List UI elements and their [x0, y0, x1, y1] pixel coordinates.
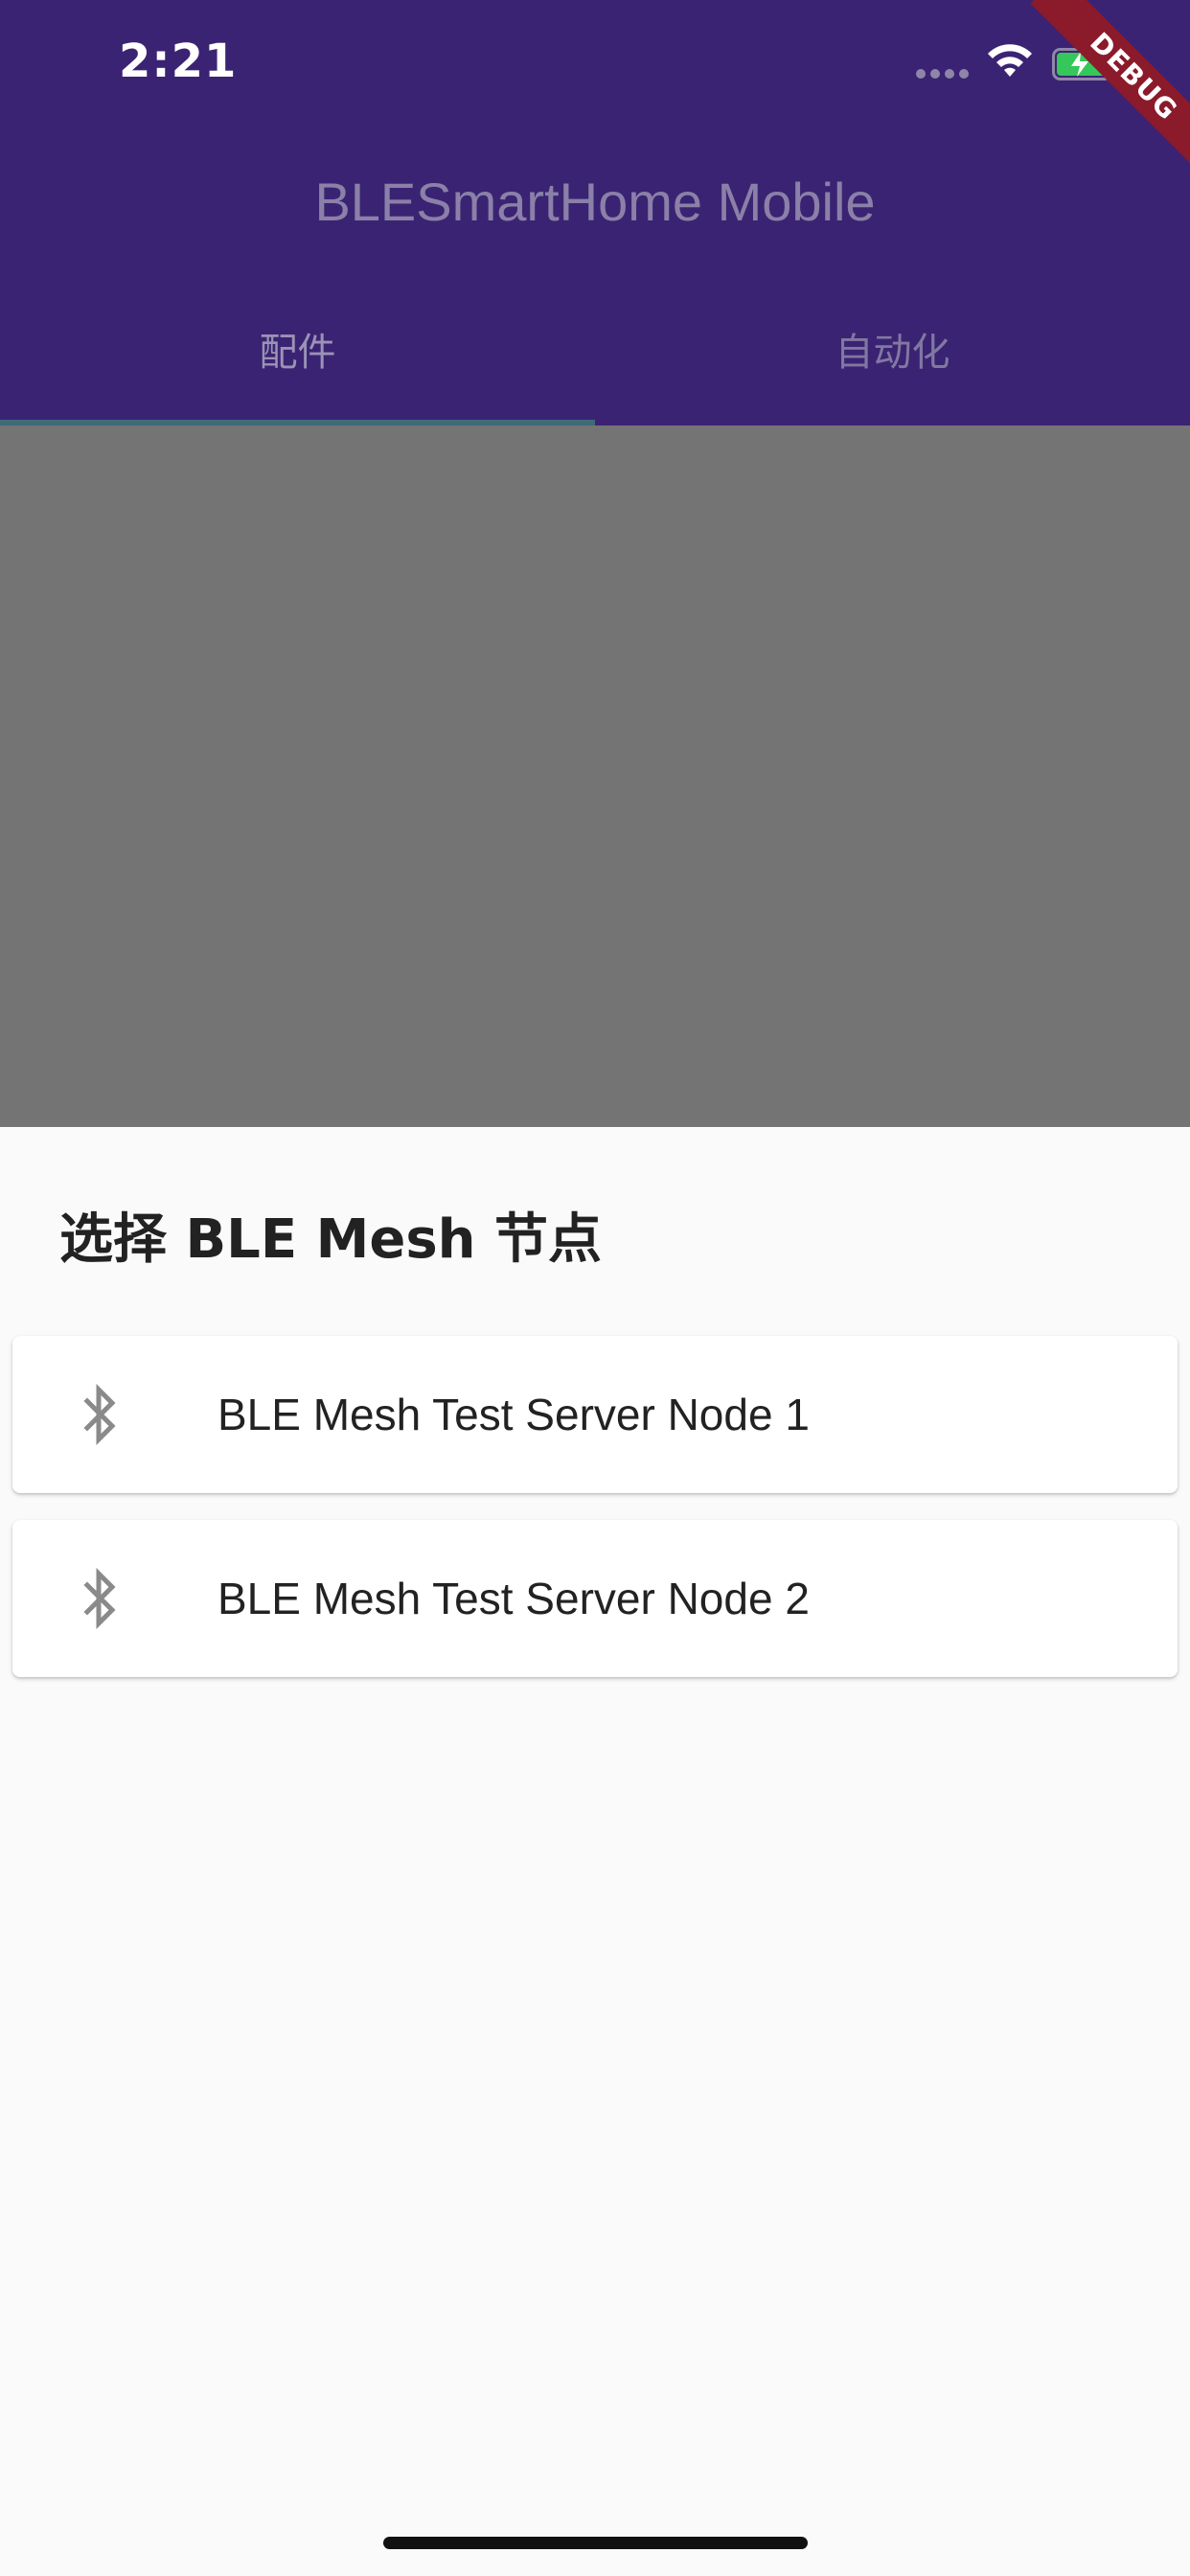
bluetooth-icon: [83, 1568, 116, 1629]
tab-accessories[interactable]: 配件: [0, 312, 595, 426]
cellular-signal-icon: [916, 69, 969, 79]
home-indicator[interactable]: [383, 2537, 808, 2549]
tab-bar: 配件 自动化: [0, 312, 1190, 426]
sheet-title: 选择 BLE Mesh 节点: [59, 1208, 603, 1271]
node-list-item[interactable]: BLE Mesh Test Server Node 1: [12, 1336, 1178, 1493]
app-title: BLESmartHome Mobile: [314, 172, 876, 232]
modal-scrim[interactable]: [0, 426, 1190, 1127]
tab-automation[interactable]: 自动化: [595, 312, 1190, 426]
node-label: BLE Mesh Test Server Node 1: [217, 1390, 810, 1439]
screen: 2:21 DEBUG BLESmartHome Mobile 配件 自动化 选择…: [0, 0, 1190, 2576]
debug-banner: DEBUG: [1001, 0, 1190, 189]
bottom-sheet: 选择 BLE Mesh 节点 BLE Mesh Test Server Node…: [0, 1127, 1190, 2576]
node-label: BLE Mesh Test Server Node 2: [217, 1574, 810, 1623]
status-time: 2:21: [119, 34, 238, 88]
app-bar: 2:21 DEBUG BLESmartHome Mobile 配件 自动化: [0, 0, 1190, 426]
node-list-item[interactable]: BLE Mesh Test Server Node 2: [12, 1520, 1178, 1677]
status-bar: 2:21 DEBUG: [0, 0, 1190, 180]
bluetooth-icon: [83, 1384, 116, 1445]
